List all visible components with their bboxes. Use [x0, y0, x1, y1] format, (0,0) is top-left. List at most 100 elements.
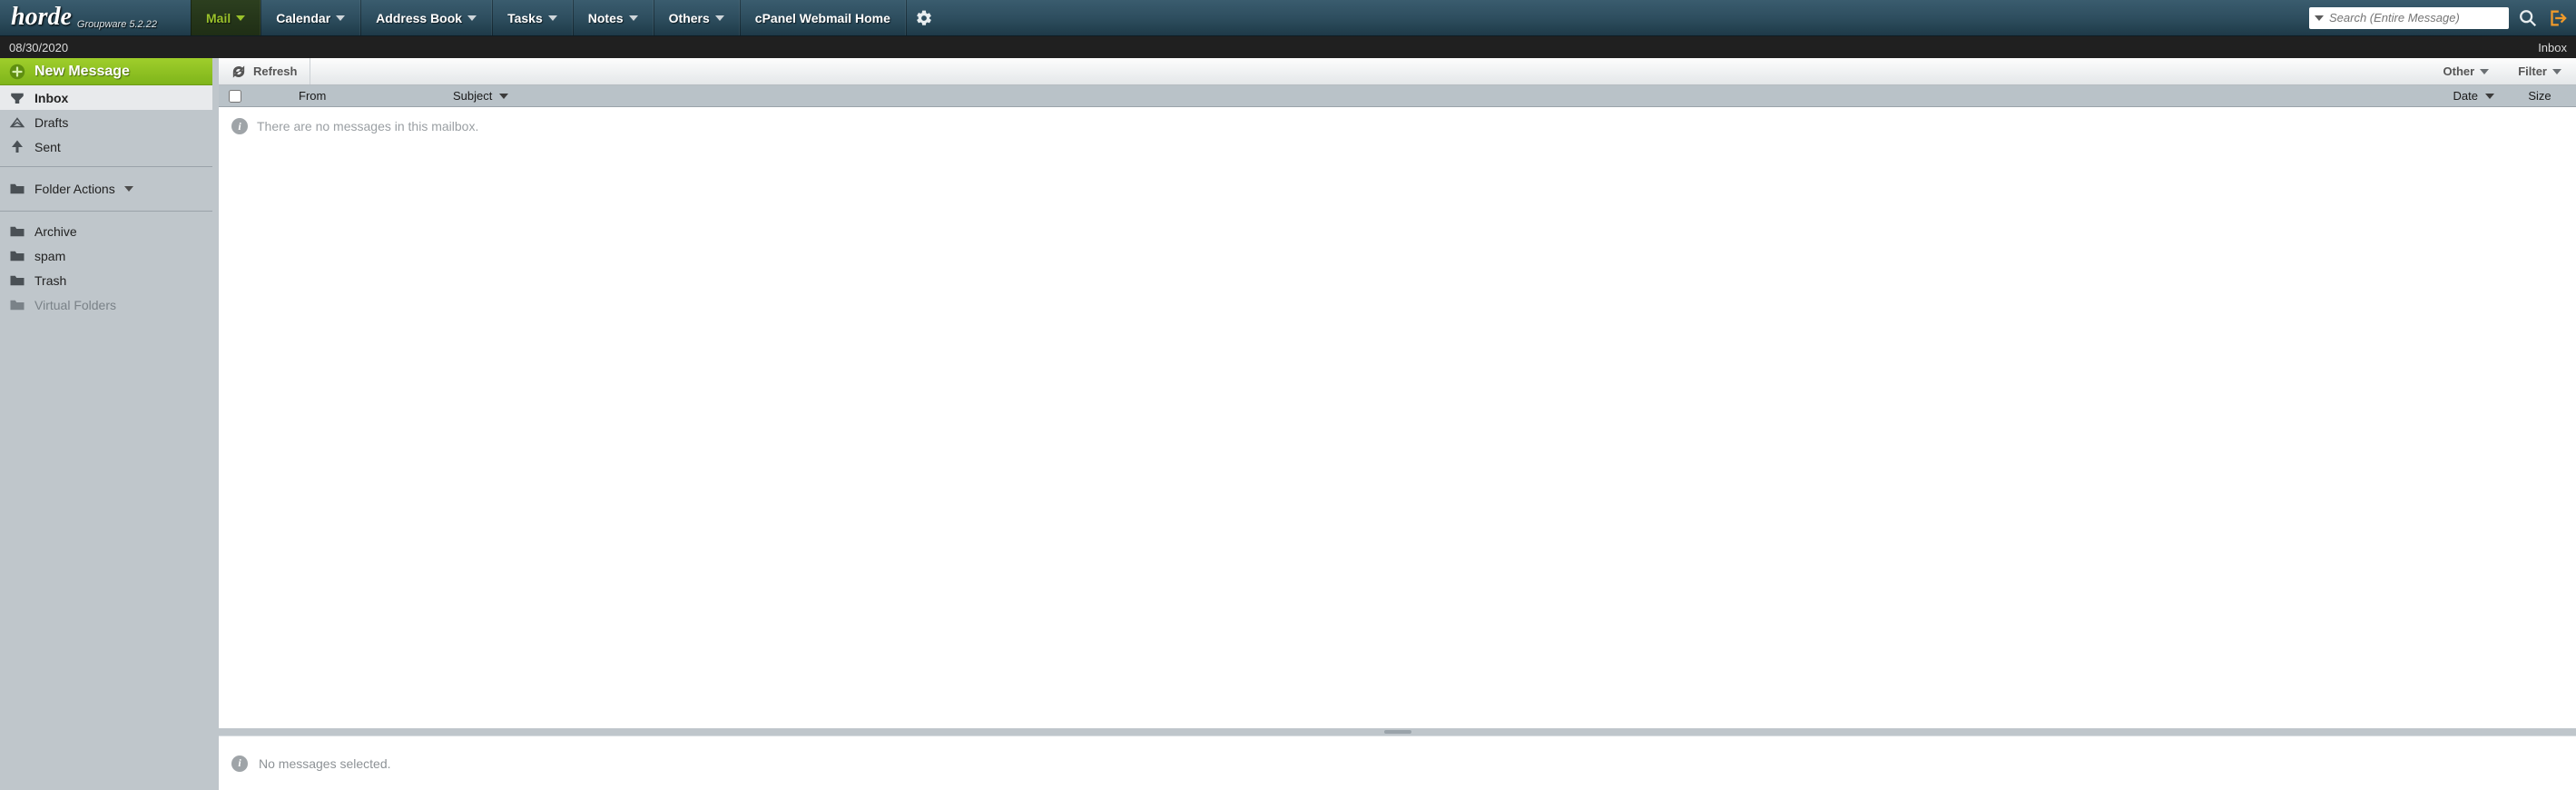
nav-mail[interactable]: Mail	[191, 0, 261, 35]
brand: horde Groupware 5.2.22	[0, 0, 191, 35]
sidebar-item-inbox[interactable]: Inbox	[0, 85, 212, 110]
nav-calendar-label: Calendar	[276, 11, 330, 25]
nav-tasks[interactable]: Tasks	[492, 0, 573, 35]
plus-circle-icon	[9, 64, 25, 80]
sidebar-item-label: Drafts	[34, 115, 68, 130]
sidebar-item-label: spam	[34, 249, 65, 263]
folder-icon	[9, 274, 25, 287]
folder-icon	[9, 183, 25, 195]
chevron-down-icon	[336, 15, 345, 21]
horizontal-splitter[interactable]	[219, 728, 2576, 736]
sidebar-folder-trash[interactable]: Trash	[0, 268, 212, 292]
other-label: Other	[2443, 64, 2475, 78]
sent-icon	[9, 140, 25, 154]
nav-address-book-label: Address Book	[376, 11, 462, 25]
column-size[interactable]: Size	[2503, 89, 2576, 103]
brand-logo: horde	[11, 0, 72, 35]
chevron-down-icon	[499, 94, 508, 99]
current-date: 08/30/2020	[9, 41, 68, 54]
settings-button[interactable]	[906, 0, 942, 35]
sidebar-divider	[0, 166, 212, 167]
nav-notes-label: Notes	[588, 11, 624, 25]
primary-nav: Mail Calendar Address Book Tasks Notes O…	[191, 0, 942, 35]
new-message-label: New Message	[34, 64, 130, 80]
search-scope-dropdown[interactable]	[2315, 15, 2324, 21]
column-subject-label: Subject	[453, 89, 492, 103]
sidebar-divider	[0, 211, 212, 212]
chevron-down-icon	[548, 15, 557, 21]
content-pane: Refresh Other Filter From Subject	[219, 58, 2576, 790]
chevron-down-icon	[236, 15, 245, 21]
sidebar-folder-spam[interactable]: spam	[0, 243, 212, 268]
new-message-button[interactable]: New Message	[0, 58, 212, 85]
sidebar-folder-archive[interactable]: Archive	[0, 219, 212, 243]
filter-label: Filter	[2518, 64, 2547, 78]
sidebar-item-sent[interactable]: Sent	[0, 134, 212, 159]
sidebar-item-label: Trash	[34, 273, 66, 288]
refresh-button[interactable]: Refresh	[219, 58, 310, 84]
nav-calendar[interactable]: Calendar	[261, 0, 360, 35]
search-icon	[2518, 8, 2538, 28]
top-navbar: horde Groupware 5.2.22 Mail Calendar Add…	[0, 0, 2576, 36]
column-date[interactable]: Date	[2394, 89, 2503, 103]
nav-cpanel-home-label: cPanel Webmail Home	[755, 11, 890, 25]
vertical-splitter[interactable]	[212, 58, 219, 790]
column-subject[interactable]: Subject	[447, 89, 2394, 103]
folder-icon	[9, 250, 25, 262]
chevron-down-icon	[2480, 69, 2489, 74]
sidebar-item-label: Archive	[34, 224, 77, 239]
other-dropdown[interactable]: Other	[2429, 58, 2504, 84]
select-all-checkbox[interactable]	[229, 90, 241, 103]
sidebar-item-label: Virtual Folders	[34, 298, 116, 312]
nav-others-label: Others	[669, 11, 710, 25]
chevron-down-icon	[2552, 69, 2561, 74]
empty-mailbox-text: There are no messages in this mailbox.	[257, 119, 478, 133]
sidebar: New Message Inbox Drafts Sent Folder Act…	[0, 58, 212, 790]
chevron-down-icon	[2485, 94, 2494, 99]
column-size-label: Size	[2528, 89, 2551, 103]
message-list: i There are no messages in this mailbox.	[219, 107, 2576, 728]
nav-address-book[interactable]: Address Book	[360, 0, 492, 35]
sidebar-item-label: Sent	[34, 140, 61, 154]
empty-mailbox-notice: i There are no messages in this mailbox.	[219, 107, 2576, 145]
folder-icon	[9, 225, 25, 238]
column-date-label: Date	[2453, 89, 2478, 103]
folder-actions-dropdown[interactable]: Folder Actions	[0, 174, 212, 203]
sidebar-item-label: Inbox	[34, 91, 68, 105]
main-area: New Message Inbox Drafts Sent Folder Act…	[0, 58, 2576, 790]
logout-icon	[2547, 8, 2567, 28]
column-checkbox	[219, 90, 251, 103]
topbar-right	[2300, 0, 2576, 35]
gear-icon	[915, 9, 933, 27]
message-toolbar: Refresh Other Filter	[219, 58, 2576, 85]
preview-empty-text: No messages selected.	[259, 756, 391, 771]
search-input[interactable]	[2329, 11, 2505, 25]
nav-mail-label: Mail	[206, 11, 231, 25]
brand-tagline: Groupware 5.2.22	[77, 19, 157, 35]
sidebar-folder-virtual[interactable]: Virtual Folders	[0, 292, 212, 317]
column-from[interactable]: From	[293, 89, 447, 103]
search-button[interactable]	[2518, 8, 2538, 28]
nav-notes[interactable]: Notes	[573, 0, 654, 35]
column-headers: From Subject Date Size	[219, 85, 2576, 107]
info-icon: i	[231, 755, 248, 772]
sidebar-item-drafts[interactable]: Drafts	[0, 110, 212, 134]
folder-actions-label: Folder Actions	[34, 182, 115, 196]
chevron-down-icon	[715, 15, 724, 21]
info-icon: i	[231, 118, 248, 134]
nav-tasks-label: Tasks	[507, 11, 543, 25]
message-preview-pane: i No messages selected.	[219, 736, 2576, 790]
chevron-down-icon	[467, 15, 477, 21]
column-from-label: From	[299, 89, 326, 103]
folder-icon	[9, 299, 25, 311]
nav-cpanel-home[interactable]: cPanel Webmail Home	[740, 0, 906, 35]
filter-dropdown[interactable]: Filter	[2503, 58, 2576, 84]
refresh-icon	[231, 64, 246, 79]
refresh-label: Refresh	[253, 64, 297, 78]
status-strip: 08/30/2020 Inbox	[0, 36, 2576, 58]
drafts-icon	[9, 115, 25, 130]
nav-others[interactable]: Others	[654, 0, 740, 35]
logout-button[interactable]	[2547, 8, 2567, 28]
chevron-down-icon	[629, 15, 638, 21]
chevron-down-icon	[124, 186, 133, 192]
